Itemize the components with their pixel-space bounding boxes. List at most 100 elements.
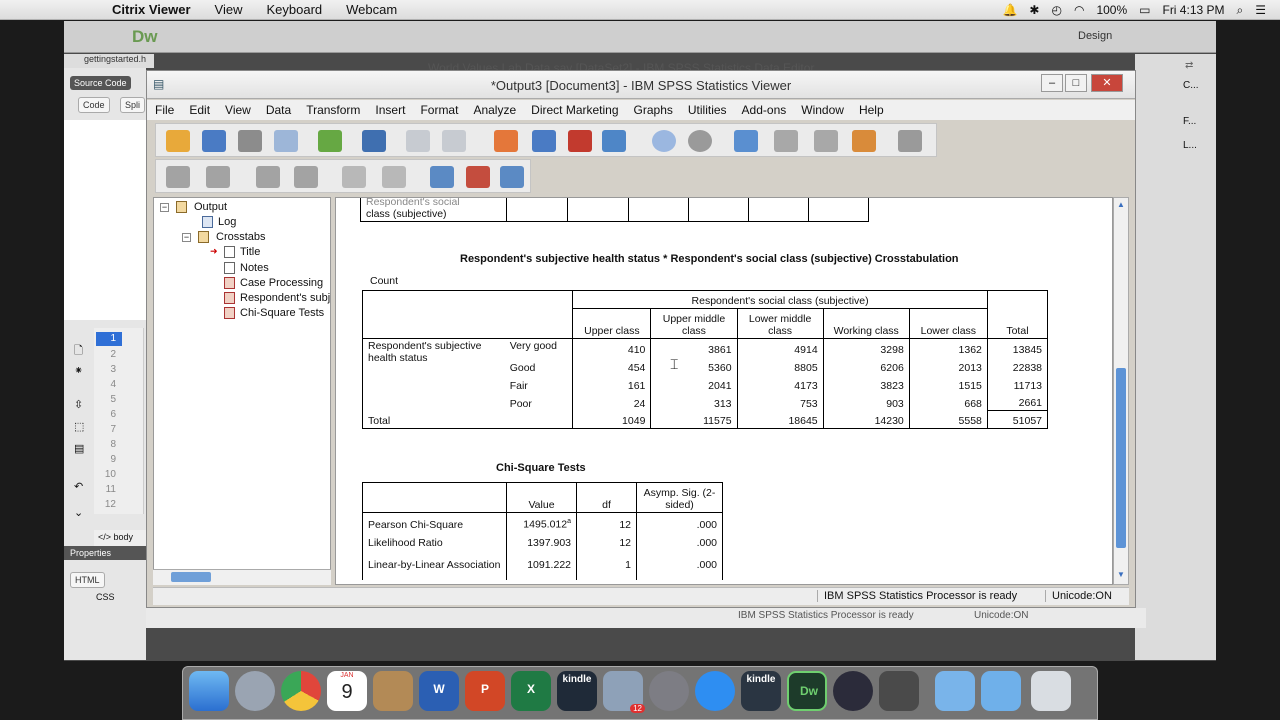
wifi-icon[interactable]: ◠ [1074, 3, 1084, 17]
insert-text-icon[interactable] [500, 166, 524, 188]
scroll-thumb[interactable] [1116, 368, 1126, 548]
hide-icon[interactable] [382, 166, 406, 188]
menu-format[interactable]: Format [420, 103, 458, 117]
system-preferences-icon[interactable] [649, 671, 689, 711]
insert-title-icon[interactable] [466, 166, 490, 188]
select-last-output-icon[interactable] [814, 130, 838, 152]
panel-item[interactable]: C... [1183, 80, 1199, 91]
menu-view[interactable]: View [225, 103, 251, 117]
kindle-icon[interactable]: kindle [557, 671, 597, 711]
chrome-icon[interactable] [281, 671, 321, 711]
panel-item[interactable]: L... [1183, 140, 1197, 151]
goto-variable-icon[interactable] [568, 130, 592, 152]
variables-icon[interactable] [602, 130, 626, 152]
content-vertical-scrollbar[interactable]: ▲ ▼ [1113, 197, 1129, 585]
kindle-icon[interactable]: kindle [741, 671, 781, 711]
battery-percent[interactable]: 100% [1096, 3, 1127, 17]
create-edit-script-icon[interactable] [852, 130, 876, 152]
recall-dialog-icon[interactable] [362, 130, 386, 152]
arrow-right-icon[interactable] [206, 166, 230, 188]
split-view-button[interactable]: Spli [120, 97, 146, 113]
spell-check-icon[interactable] [734, 130, 758, 152]
show-all-variables-icon[interactable] [688, 130, 712, 152]
print-icon[interactable] [238, 130, 262, 152]
use-sets-icon[interactable] [652, 130, 676, 152]
sync-icon[interactable]: ⇄ [1185, 60, 1193, 71]
workspace-switcher[interactable]: Design [1078, 30, 1112, 42]
app-store-icon[interactable] [695, 671, 735, 711]
arrow-left-icon[interactable] [166, 166, 190, 188]
collapse-toggle[interactable]: − [160, 203, 169, 212]
menu-utilities[interactable]: Utilities [688, 103, 727, 117]
print-preview-icon[interactable] [274, 130, 298, 152]
downloads-folder-icon[interactable] [981, 671, 1021, 711]
time-machine-icon[interactable]: ◴ [1051, 3, 1061, 17]
scroll-up-icon[interactable]: ▲ [1117, 200, 1125, 209]
tree-chi-square[interactable]: Chi-Square Tests [240, 307, 324, 319]
launchpad-icon[interactable] [235, 671, 275, 711]
bluetooth-icon[interactable]: ✱ [1029, 3, 1039, 17]
menu-help[interactable]: Help [859, 103, 884, 117]
tree-case-processing[interactable]: Case Processing [240, 277, 323, 289]
tag-selector[interactable]: </> body [94, 530, 146, 546]
minimize-button[interactable]: – [1041, 74, 1063, 92]
tree-title[interactable]: Title [240, 246, 260, 258]
video-app-icon[interactable] [879, 671, 919, 711]
applications-folder-icon[interactable] [935, 671, 975, 711]
redo-icon[interactable] [442, 130, 466, 152]
collapse-minus-icon[interactable] [294, 166, 318, 188]
select-icon[interactable]: ⬚ [74, 420, 84, 433]
comment-icon[interactable]: ▤ [74, 442, 84, 455]
contacts-icon[interactable] [373, 671, 413, 711]
tree-notes[interactable]: Notes [240, 262, 269, 274]
spotlight-icon[interactable]: ⌕ [1237, 3, 1244, 18]
open-folder-icon[interactable] [166, 130, 190, 152]
panel-item[interactable]: F... [1183, 116, 1196, 127]
tree-log[interactable]: Log [218, 216, 236, 228]
menu-graphs[interactable]: Graphs [634, 103, 673, 117]
goto-case-icon[interactable] [532, 130, 556, 152]
battery-icon[interactable]: ▭ [1139, 3, 1150, 17]
menu-direct-marketing[interactable]: Direct Marketing [531, 103, 618, 117]
html-button[interactable]: HTML [70, 572, 105, 588]
menubar-app[interactable]: Citrix Viewer [112, 2, 191, 17]
goto-data-icon[interactable] [494, 130, 518, 152]
word-icon[interactable]: W [419, 671, 459, 711]
chevron-down-icon[interactable]: ⌄ [74, 506, 83, 519]
undo-icon[interactable] [406, 130, 430, 152]
scroll-down-icon[interactable]: ▼ [1117, 570, 1125, 579]
scroll-thumb[interactable] [171, 572, 211, 582]
expand-plus-icon[interactable] [256, 166, 280, 188]
tree-crosstabs[interactable]: Crosstabs [216, 231, 266, 243]
menu-insert[interactable]: Insert [375, 103, 405, 117]
menu-file[interactable]: File [155, 103, 174, 117]
css-button[interactable]: CSS [96, 592, 115, 602]
close-button[interactable]: ✕ [1091, 74, 1123, 92]
save-icon[interactable] [202, 130, 226, 152]
menubar-view[interactable]: View [215, 2, 243, 17]
wrap-icon[interactable]: ↶ [74, 480, 83, 493]
excel-icon[interactable]: X [511, 671, 551, 711]
dreamweaver-file-tab[interactable]: gettingstarted.h [64, 54, 154, 68]
dreamweaver-icon[interactable]: Dw [787, 671, 827, 711]
insert-heading-icon[interactable] [430, 166, 454, 188]
export-icon[interactable] [318, 130, 342, 152]
menu-analyze[interactable]: Analyze [473, 103, 516, 117]
menu-window[interactable]: Window [801, 103, 844, 117]
menu-data[interactable]: Data [266, 103, 291, 117]
notification-center-icon[interactable]: ☰ [1255, 3, 1266, 17]
body-tag[interactable]: body [114, 532, 134, 542]
menubar-keyboard[interactable]: Keyboard [266, 2, 322, 17]
menu-edit[interactable]: Edit [189, 103, 210, 117]
source-code-button[interactable]: Source Code [70, 76, 131, 90]
outline-horizontal-scrollbar[interactable] [153, 569, 331, 585]
menu-transform[interactable]: Transform [306, 103, 360, 117]
show-icon[interactable] [342, 166, 366, 188]
powerpoint-icon[interactable]: P [465, 671, 505, 711]
run-script-icon[interactable] [898, 130, 922, 152]
finder-icon[interactable] [189, 671, 229, 711]
code-view-button[interactable]: Code [78, 97, 110, 113]
maximize-button[interactable]: □ [1065, 74, 1087, 92]
notification-icon[interactable]: 🔔 [1002, 3, 1017, 17]
menu-add-ons[interactable]: Add-ons [742, 103, 787, 117]
